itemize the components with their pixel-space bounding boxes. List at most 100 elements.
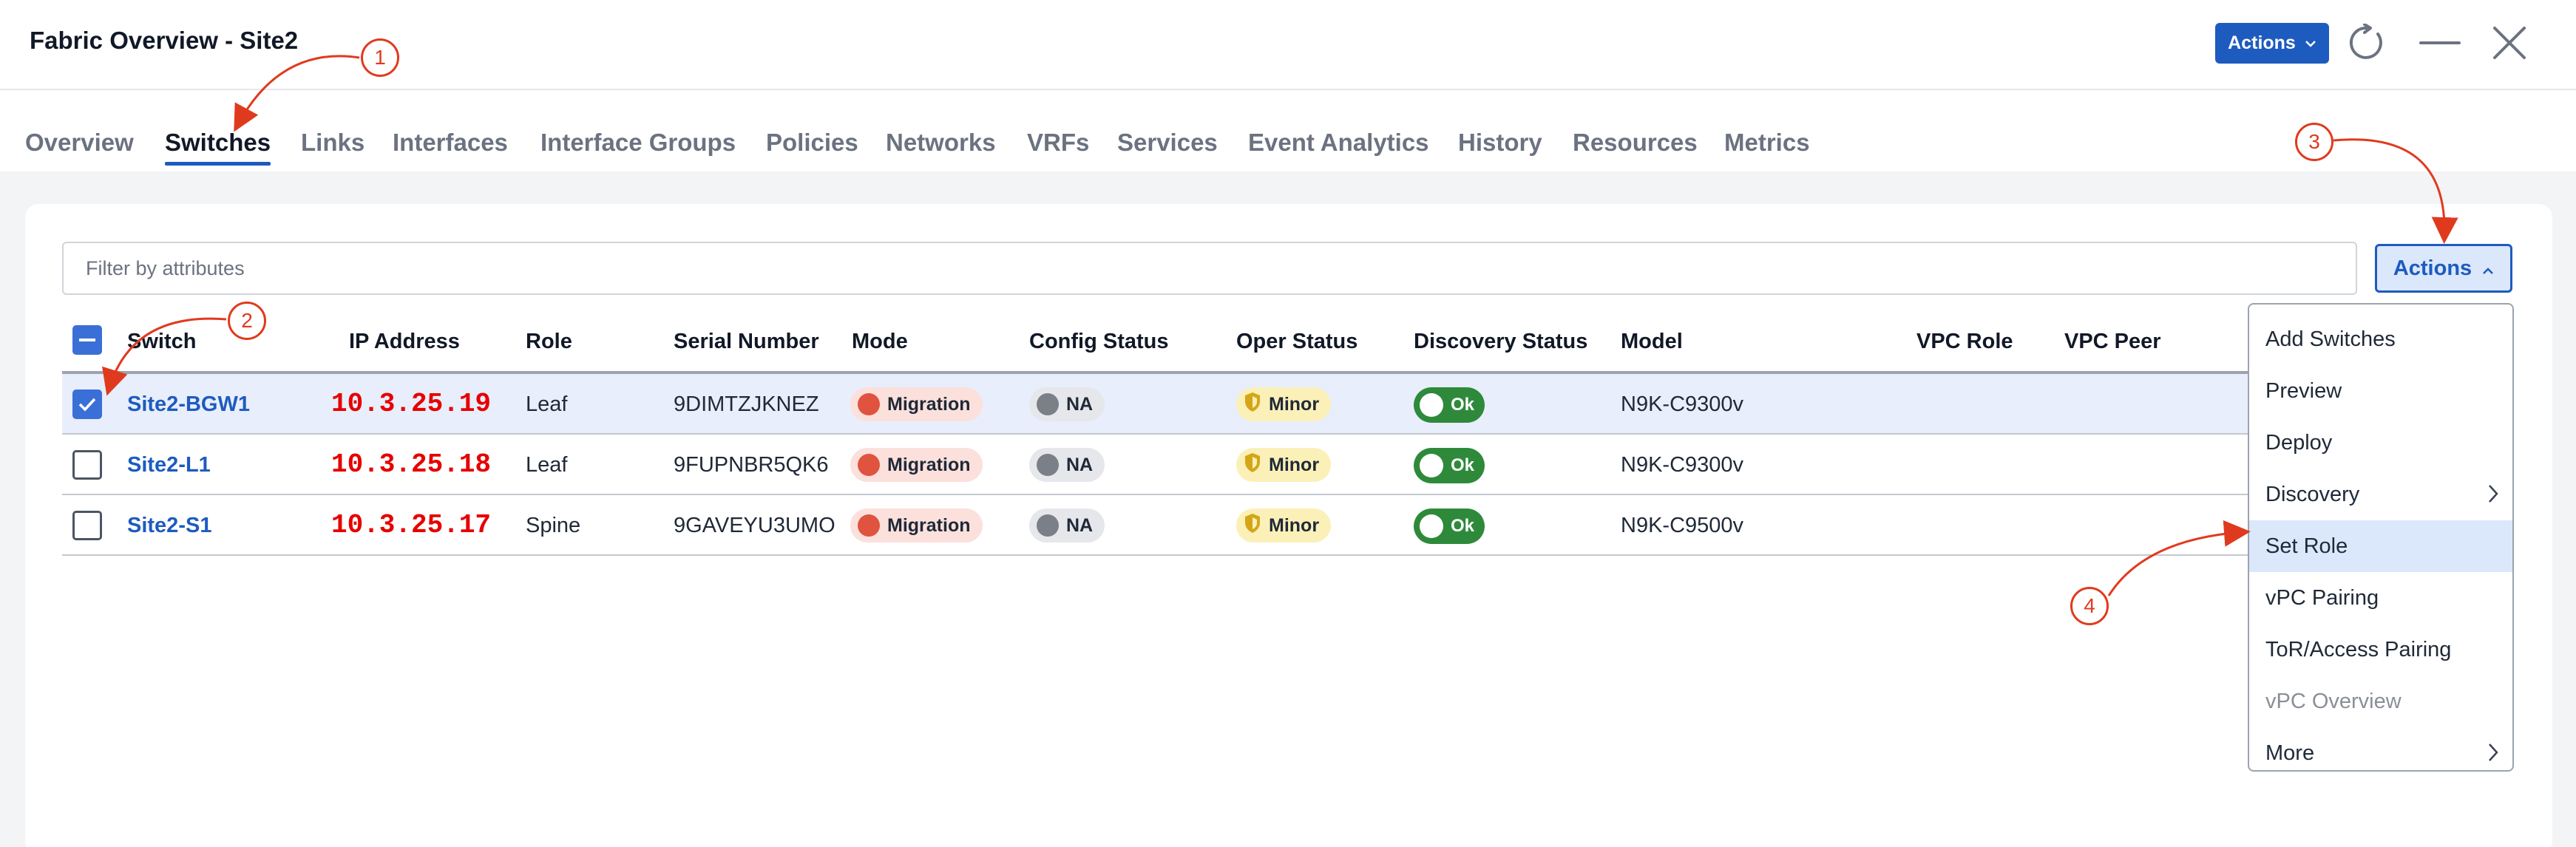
annotation-marker: 4 (2070, 587, 2109, 625)
config-status-badge: NA (1029, 387, 1105, 421)
select-all-checkbox[interactable] (72, 325, 102, 355)
discovery-status-label: Ok (1451, 395, 1475, 415)
switch-name-link[interactable]: Site2-L1 (127, 453, 211, 477)
mode-badge: Migration (850, 387, 983, 421)
panel-actions-button[interactable]: Actions (2375, 244, 2512, 293)
tab-event-analytics[interactable]: Event Analytics (1248, 129, 1429, 157)
tab-resources[interactable]: Resources (1573, 129, 1698, 157)
config-status-badge: NA (1029, 448, 1105, 482)
table-row[interactable]: Site2-S1 10.3.25.17 Spine 9GAVEYU3UMO Mi… (62, 495, 2280, 556)
column-header-ip-address[interactable]: IP Address (349, 330, 460, 354)
oper-status-badge: Minor (1236, 508, 1332, 542)
ip-address: 10.3.25.19 (331, 389, 492, 419)
tab-history[interactable]: History (1458, 129, 1542, 157)
top-actions-label: Actions (2228, 33, 2296, 53)
column-header-vpc-role[interactable]: VPC Role (1916, 330, 2013, 354)
oper-status-badge: Minor (1236, 387, 1332, 421)
tab-services[interactable]: Services (1117, 129, 1218, 157)
table-row[interactable]: Site2-L1 10.3.25.18 Leaf 9FUPNBR5QK6 Mig… (62, 435, 2280, 495)
chevron-down-icon (2305, 35, 2316, 51)
oper-status-badge: Minor (1236, 448, 1332, 482)
menu-item-label: vPC Overview (2265, 689, 2402, 713)
ip-address: 10.3.25.17 (331, 510, 492, 540)
migration-dot-icon (858, 514, 880, 537)
menu-item-label: More (2265, 741, 2315, 765)
menu-item-deploy[interactable]: Deploy (2249, 417, 2512, 469)
column-header-role[interactable]: Role (526, 330, 572, 354)
shield-warning-icon (1244, 513, 1261, 539)
menu-item-tor-access-pairing[interactable]: ToR/Access Pairing (2249, 624, 2512, 676)
filter-input[interactable] (62, 242, 2357, 295)
menu-item-vpc-pairing[interactable]: vPC Pairing (2249, 572, 2512, 624)
discovery-status-toggle: Ok (1414, 448, 1485, 483)
config-status-label: NA (1066, 454, 1094, 475)
column-header-config-status[interactable]: Config Status (1029, 330, 1169, 354)
mode-badge: Migration (850, 508, 983, 542)
switch-name-link[interactable]: Site2-S1 (127, 514, 211, 538)
menu-item-label: Preview (2265, 378, 2342, 403)
menu-item-label: Set Role (2265, 534, 2348, 558)
oper-status-label: Minor (1269, 454, 1320, 475)
column-header-oper-status[interactable]: Oper Status (1236, 330, 1358, 354)
table-row[interactable]: Site2-BGW1 10.3.25.19 Leaf 9DIMTZJKNEZ M… (62, 374, 2280, 435)
annotation-marker: 3 (2295, 123, 2333, 161)
column-header-serial-number[interactable]: Serial Number (674, 330, 819, 354)
column-header-model[interactable]: Model (1621, 330, 1683, 354)
model: N9K-C9500v (1621, 514, 1744, 537)
status-dot-icon (1037, 454, 1059, 476)
menu-item-add-switches[interactable]: Add Switches (2249, 313, 2512, 365)
role: Leaf (526, 453, 568, 477)
oper-status-label: Minor (1269, 514, 1320, 536)
menu-item-preview[interactable]: Preview (2249, 365, 2512, 417)
menu-item-vpc-overview: vPC Overview (2249, 676, 2512, 727)
tab-switches[interactable]: Switches (165, 129, 271, 166)
shield-warning-icon (1244, 392, 1261, 418)
minimize-icon[interactable] (2418, 22, 2462, 64)
menu-item-label: Add Switches (2265, 327, 2396, 351)
column-header-vpc-peer[interactable]: VPC Peer (2064, 330, 2161, 354)
column-header-discovery-status[interactable]: Discovery Status (1414, 330, 1587, 354)
tab-policies[interactable]: Policies (766, 129, 858, 157)
tab-interface-groups[interactable]: Interface Groups (540, 129, 736, 157)
table-header: Switch IP Address Role Serial Number Mod… (62, 310, 2280, 374)
top-actions-button[interactable]: Actions (2215, 23, 2329, 64)
status-dot-icon (1037, 514, 1059, 537)
menu-item-set-role[interactable]: Set Role (2249, 520, 2512, 572)
row-checkbox[interactable] (72, 450, 102, 480)
menu-item-label: Discovery (2265, 482, 2360, 506)
config-status-badge: NA (1029, 508, 1105, 542)
tab-overview[interactable]: Overview (25, 129, 134, 157)
switch-name-link[interactable]: Site2-BGW1 (127, 392, 250, 417)
row-checkbox[interactable] (72, 511, 102, 540)
model: N9K-C9300v (1621, 392, 1744, 416)
column-header-switch[interactable]: Switch (127, 330, 196, 354)
page-title: Fabric Overview - Site2 (30, 27, 299, 54)
menu-item-label: Deploy (2265, 430, 2333, 455)
migration-dot-icon (858, 393, 880, 415)
menu-item-more[interactable]: More (2249, 727, 2512, 779)
config-status-label: NA (1066, 393, 1094, 415)
column-header-mode[interactable]: Mode (852, 330, 908, 354)
refresh-icon[interactable] (2347, 22, 2388, 64)
close-icon[interactable] (2489, 22, 2530, 64)
chevron-right-icon (2487, 742, 2499, 769)
status-dot-icon (1037, 393, 1059, 415)
tab-metrics[interactable]: Metrics (1724, 129, 1810, 157)
shield-warning-icon (1244, 452, 1261, 478)
oper-status-label: Minor (1269, 393, 1320, 415)
tab-networks[interactable]: Networks (886, 129, 996, 157)
tab-links[interactable]: Links (301, 129, 365, 157)
ip-address: 10.3.25.18 (331, 449, 492, 480)
chevron-right-icon (2487, 483, 2499, 510)
tab-vrfs[interactable]: VRFs (1027, 129, 1089, 157)
discovery-status-label: Ok (1451, 455, 1475, 475)
tab-interfaces[interactable]: Interfaces (393, 129, 508, 157)
row-checkbox[interactable] (72, 390, 102, 419)
serial-number: 9GAVEYU3UMO (674, 514, 835, 537)
discovery-status-toggle: Ok (1414, 387, 1485, 423)
menu-item-discovery[interactable]: Discovery (2249, 469, 2512, 520)
config-status-label: NA (1066, 514, 1094, 536)
mode-label: Migration (887, 514, 971, 536)
discovery-status-toggle: Ok (1414, 508, 1485, 544)
tab-bar: Overview Switches Links Interfaces Inter… (0, 90, 2576, 171)
